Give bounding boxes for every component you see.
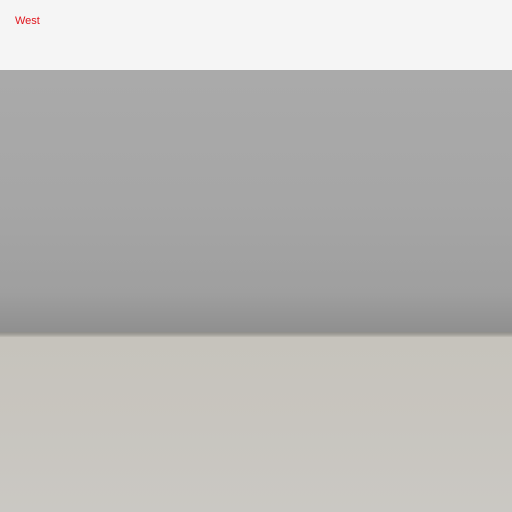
wall <box>0 70 512 332</box>
floor <box>0 337 512 512</box>
scene-viewport[interactable] <box>0 70 512 512</box>
top-bar: West <box>0 0 512 70</box>
direction-label: West <box>15 15 40 27</box>
scene-view: West <box>0 0 512 512</box>
